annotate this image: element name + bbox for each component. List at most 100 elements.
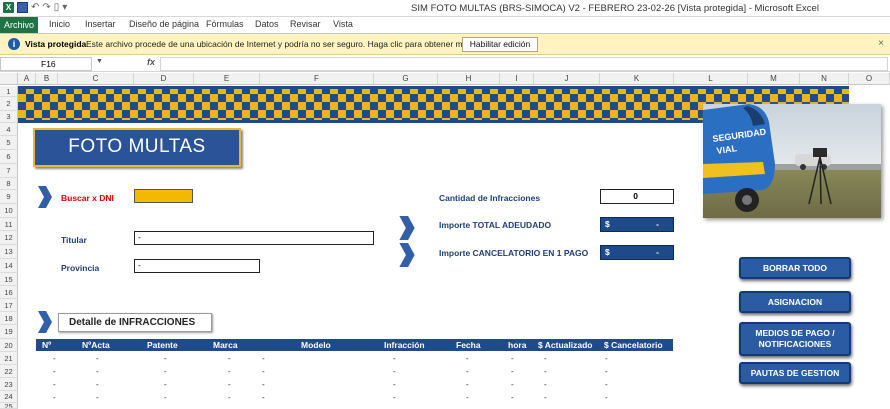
table-cell[interactable]: -: [53, 380, 56, 389]
tab-inicio[interactable]: Inicio: [49, 19, 70, 29]
tab-insertar[interactable]: Insertar: [85, 19, 116, 29]
table-cell[interactable]: -: [96, 367, 99, 376]
table-header-cell[interactable]: $ Actualizado: [538, 340, 592, 350]
row-header[interactable]: 9: [0, 190, 18, 204]
table-cell[interactable]: -: [466, 380, 469, 389]
row-header[interactable]: 11: [0, 218, 18, 231]
table-cell[interactable]: -: [466, 354, 469, 363]
table-cell[interactable]: -: [605, 354, 608, 363]
table-cell[interactable]: -: [393, 393, 396, 402]
function-icon[interactable]: fx: [147, 57, 155, 67]
row-header[interactable]: 21: [0, 352, 18, 365]
dni-input[interactable]: [134, 189, 193, 203]
enable-editing-button[interactable]: Habilitar edición: [462, 37, 538, 52]
table-header-cell[interactable]: Modelo: [301, 340, 331, 350]
column-header[interactable]: G: [374, 73, 438, 85]
asignacion-button[interactable]: ASIGNACION: [739, 291, 851, 313]
select-all-corner[interactable]: [0, 73, 18, 85]
row-header[interactable]: 4: [0, 123, 18, 136]
table-cell[interactable]: -: [544, 380, 547, 389]
row-header[interactable]: 12: [0, 231, 18, 245]
borrar-todo-button[interactable]: BORRAR TODO: [739, 257, 851, 279]
column-header[interactable]: C: [58, 73, 134, 85]
table-header-cell[interactable]: hora: [508, 340, 526, 350]
table-cell[interactable]: -: [53, 393, 56, 402]
table-header-cell[interactable]: Marca: [213, 340, 238, 350]
importe-cancelatorio-value[interactable]: $ -: [600, 245, 674, 260]
table-cell[interactable]: -: [605, 380, 608, 389]
chevron-down-icon[interactable]: ▼: [96, 58, 103, 65]
table-cell[interactable]: -: [544, 354, 547, 363]
row-header[interactable]: 19: [0, 325, 18, 339]
row-header[interactable]: 25: [0, 403, 18, 409]
table-cell[interactable]: -: [466, 393, 469, 402]
table-header-cell[interactable]: Fecha: [456, 340, 481, 350]
table-cell[interactable]: -: [53, 367, 56, 376]
row-header[interactable]: 7: [0, 164, 18, 178]
tab-datos[interactable]: Datos: [255, 19, 279, 29]
column-header[interactable]: E: [194, 73, 260, 85]
table-header-cell[interactable]: Infracción: [384, 340, 425, 350]
formula-input[interactable]: [160, 57, 888, 71]
table-cell[interactable]: -: [228, 393, 231, 402]
table-cell[interactable]: -: [228, 380, 231, 389]
table-cell[interactable]: -: [96, 393, 99, 402]
provincia-field[interactable]: -: [134, 259, 260, 273]
row-header[interactable]: 10: [0, 204, 18, 218]
column-header[interactable]: O: [849, 73, 890, 85]
pautas-gestion-button[interactable]: PAUTAS DE GESTION: [739, 362, 851, 384]
column-header[interactable]: K: [600, 73, 674, 85]
table-cell[interactable]: -: [96, 380, 99, 389]
column-header[interactable]: D: [134, 73, 194, 85]
row-header[interactable]: 1: [0, 86, 18, 97]
close-icon[interactable]: ×: [878, 38, 884, 49]
table-header-cell[interactable]: Nº: [42, 340, 51, 350]
table-cell[interactable]: -: [393, 367, 396, 376]
table-cell[interactable]: -: [228, 354, 231, 363]
row-header[interactable]: 24: [0, 391, 18, 403]
table-cell[interactable]: -: [393, 380, 396, 389]
column-header[interactable]: N: [800, 73, 849, 85]
row-header[interactable]: 8: [0, 178, 18, 190]
table-cell[interactable]: -: [262, 367, 265, 376]
table-cell[interactable]: -: [164, 393, 167, 402]
column-header[interactable]: H: [438, 73, 500, 85]
column-header[interactable]: L: [674, 73, 748, 85]
table-cell[interactable]: -: [262, 354, 265, 363]
importe-total-value[interactable]: $ -: [600, 217, 674, 232]
table-header-cell[interactable]: $ Cancelatorio: [604, 340, 663, 350]
table-cell[interactable]: -: [544, 367, 547, 376]
row-header[interactable]: 20: [0, 339, 18, 352]
table-cell[interactable]: -: [164, 354, 167, 363]
table-cell[interactable]: -: [393, 354, 396, 363]
row-header[interactable]: 17: [0, 299, 18, 312]
row-header[interactable]: 14: [0, 259, 18, 273]
titular-field[interactable]: -: [134, 231, 374, 245]
row-header[interactable]: 13: [0, 245, 18, 259]
row-header[interactable]: 2: [0, 97, 18, 111]
tab-vista[interactable]: Vista: [333, 19, 353, 29]
name-box[interactable]: F16: [0, 57, 92, 71]
column-header[interactable]: A: [18, 73, 36, 85]
table-cell[interactable]: -: [466, 367, 469, 376]
row-header[interactable]: 18: [0, 312, 18, 325]
cantidad-value[interactable]: 0: [600, 189, 674, 204]
table-cell[interactable]: -: [511, 393, 514, 402]
medios-pago-button[interactable]: MEDIOS DE PAGO / NOTIFICACIONES: [739, 322, 851, 356]
table-cell[interactable]: -: [544, 393, 547, 402]
table-cell[interactable]: -: [262, 380, 265, 389]
row-header[interactable]: 6: [0, 150, 18, 164]
tab-revisar[interactable]: Revisar: [290, 19, 321, 29]
column-header[interactable]: M: [748, 73, 800, 85]
table-cell[interactable]: -: [164, 367, 167, 376]
table-cell[interactable]: -: [96, 354, 99, 363]
tab-formulas[interactable]: Fórmulas: [206, 19, 244, 29]
column-header[interactable]: I: [500, 73, 534, 85]
table-cell[interactable]: -: [262, 393, 265, 402]
column-header[interactable]: B: [36, 73, 58, 85]
row-header[interactable]: 23: [0, 378, 18, 391]
row-header[interactable]: 5: [0, 136, 18, 150]
table-cell[interactable]: -: [605, 393, 608, 402]
tab-diseno-pagina[interactable]: Diseño de página: [129, 19, 199, 29]
column-header[interactable]: J: [534, 73, 600, 85]
